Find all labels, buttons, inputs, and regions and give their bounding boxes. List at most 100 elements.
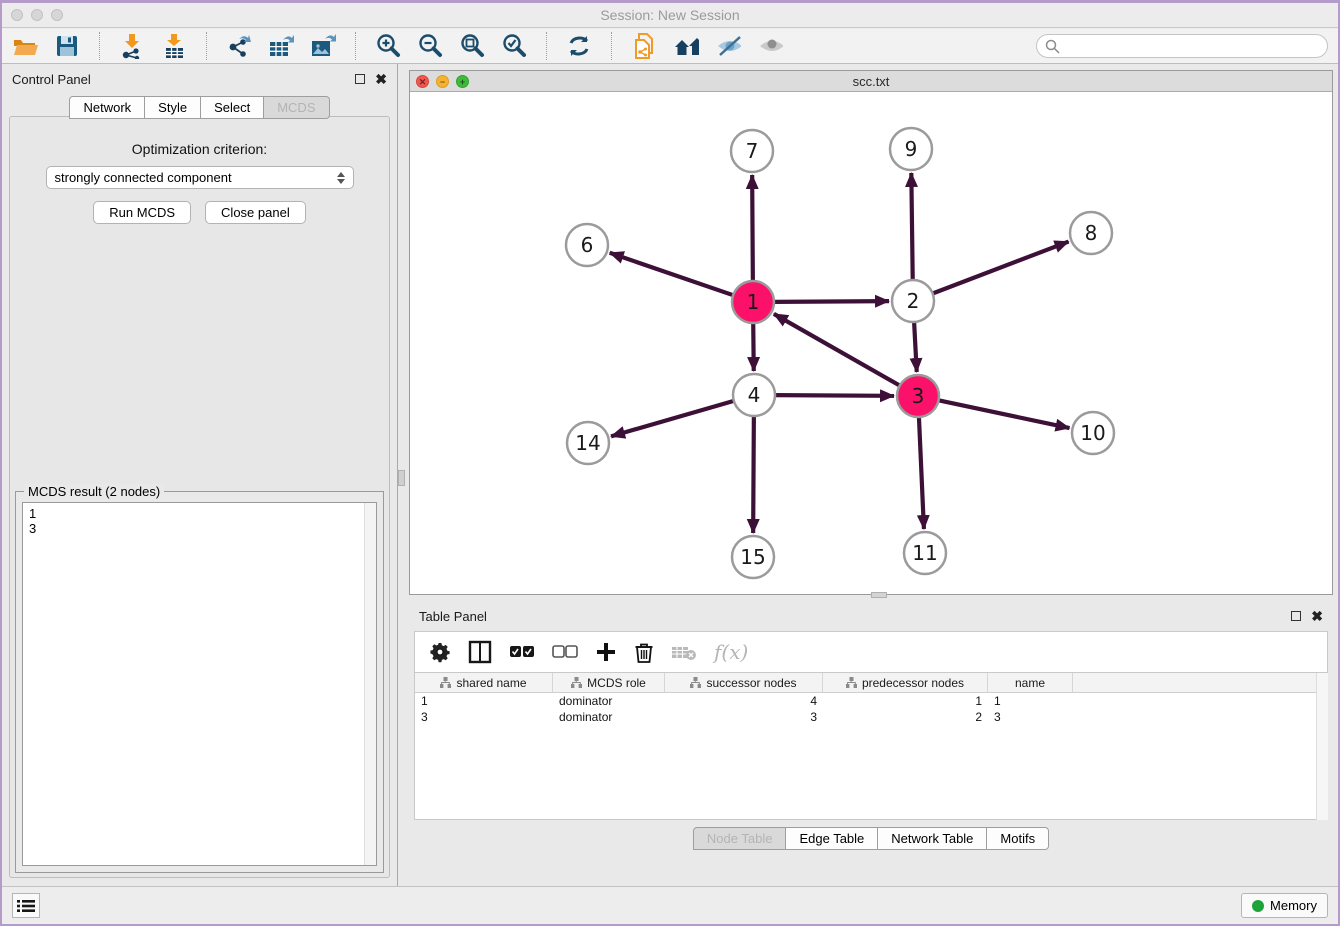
close-panel-button[interactable]: Close panel bbox=[205, 201, 306, 224]
tab-node-table[interactable]: Node Table bbox=[693, 827, 787, 850]
node-3[interactable]: 3 bbox=[897, 375, 939, 417]
edge-4-15[interactable] bbox=[753, 416, 754, 533]
edge-1-4[interactable] bbox=[753, 323, 754, 371]
column-header-successor-nodes[interactable]: successor nodes bbox=[665, 673, 823, 692]
status-bar: Memory bbox=[2, 886, 1338, 924]
hide-selected-icon[interactable] bbox=[715, 33, 741, 59]
column-header-label: MCDS role bbox=[587, 676, 646, 690]
table-cell[interactable]: 2 bbox=[823, 709, 988, 725]
zoom-in-icon[interactable] bbox=[375, 33, 401, 59]
result-scrollbar[interactable] bbox=[364, 503, 376, 865]
network-view-window: ✕ − + scc.txt 7 9 6 8 1 2 4 3 14 10 15 11 bbox=[409, 70, 1333, 595]
tab-mcds[interactable]: MCDS bbox=[264, 96, 329, 119]
table-cell[interactable]: 3 bbox=[665, 709, 823, 725]
delete-column-icon[interactable] bbox=[634, 641, 654, 664]
delete-table-icon[interactable] bbox=[671, 643, 697, 661]
memory-button[interactable]: Memory bbox=[1241, 893, 1328, 918]
tab-network-table[interactable]: Network Table bbox=[878, 827, 987, 850]
tab-network[interactable]: Network bbox=[69, 96, 145, 119]
tab-style[interactable]: Style bbox=[145, 96, 201, 119]
network-graph[interactable]: 7 9 6 8 1 2 4 3 14 10 15 11 bbox=[410, 93, 1331, 596]
export-table-icon[interactable] bbox=[268, 33, 294, 59]
table-cell[interactable]: 1 bbox=[415, 693, 553, 709]
apply-layout-icon[interactable] bbox=[566, 33, 592, 59]
column-header-name[interactable]: name bbox=[988, 673, 1073, 692]
table-cell[interactable]: 4 bbox=[665, 693, 823, 709]
panel-splitter[interactable] bbox=[398, 64, 405, 886]
table-scrollbar[interactable] bbox=[1316, 673, 1328, 820]
node-6[interactable]: 6 bbox=[566, 224, 608, 266]
horizontal-splitter-handle[interactable] bbox=[871, 592, 887, 598]
node-10[interactable]: 10 bbox=[1072, 412, 1114, 454]
column-header-predecessor-nodes[interactable]: predecessor nodes bbox=[823, 673, 988, 692]
network-canvas[interactable]: 7 9 6 8 1 2 4 3 14 10 15 11 bbox=[410, 93, 1332, 594]
new-network-file-icon[interactable] bbox=[631, 33, 657, 59]
edge-4-14[interactable] bbox=[611, 401, 734, 437]
table-cell[interactable]: 1 bbox=[823, 693, 988, 709]
run-mcds-button[interactable]: Run MCDS bbox=[93, 201, 191, 224]
node-8[interactable]: 8 bbox=[1070, 212, 1112, 254]
edge-4-3[interactable] bbox=[775, 395, 894, 396]
toolbar-separator bbox=[355, 32, 356, 60]
node-4[interactable]: 4 bbox=[733, 374, 775, 416]
table-cell[interactable]: dominator bbox=[553, 709, 665, 725]
tab-motifs[interactable]: Motifs bbox=[987, 827, 1049, 850]
export-network-icon[interactable] bbox=[226, 33, 252, 59]
edge-2-9[interactable] bbox=[911, 173, 912, 280]
optimization-criterion-dropdown[interactable]: strongly connected component bbox=[46, 166, 354, 189]
node-1[interactable]: 1 bbox=[732, 281, 774, 323]
deselect-all-icon[interactable] bbox=[552, 645, 578, 659]
table-row[interactable]: 3dominator323 bbox=[415, 709, 1327, 725]
node-15[interactable]: 15 bbox=[732, 536, 774, 578]
zoom-fit-icon[interactable] bbox=[459, 33, 485, 59]
edge-2-3[interactable] bbox=[914, 322, 917, 372]
edge-3-11[interactable] bbox=[919, 417, 924, 529]
import-network-icon[interactable] bbox=[119, 33, 145, 59]
edge-1-2[interactable] bbox=[774, 301, 889, 302]
open-folder-icon[interactable] bbox=[12, 33, 38, 59]
close-icon[interactable]: ✖ bbox=[1311, 611, 1323, 621]
close-icon[interactable]: ✖ bbox=[375, 74, 387, 84]
show-all-icon[interactable] bbox=[757, 33, 783, 59]
float-window-icon[interactable] bbox=[1291, 611, 1301, 621]
save-icon[interactable] bbox=[54, 33, 80, 59]
column-header-MCDS-role[interactable]: MCDS role bbox=[553, 673, 665, 692]
search-field[interactable] bbox=[1036, 34, 1328, 58]
node-2[interactable]: 2 bbox=[892, 280, 934, 322]
node-7[interactable]: 7 bbox=[731, 130, 773, 172]
splitter-handle[interactable] bbox=[398, 470, 405, 486]
table-row[interactable]: 1dominator411 bbox=[415, 693, 1327, 709]
network-window-titlebar: ✕ − + scc.txt bbox=[410, 71, 1332, 92]
node-14[interactable]: 14 bbox=[567, 422, 609, 464]
export-image-icon[interactable] bbox=[310, 33, 336, 59]
import-table-icon[interactable] bbox=[161, 33, 187, 59]
node-9[interactable]: 9 bbox=[890, 128, 932, 170]
add-column-icon[interactable] bbox=[595, 641, 617, 663]
first-neighbors-icon[interactable] bbox=[673, 33, 699, 59]
control-panel-header: Control Panel ✖ bbox=[2, 64, 397, 94]
zoom-selected-icon[interactable] bbox=[501, 33, 527, 59]
edge-3-1[interactable] bbox=[774, 314, 900, 386]
select-all-icon[interactable] bbox=[509, 645, 535, 659]
table-cell[interactable]: 3 bbox=[415, 709, 553, 725]
column-header-shared-name[interactable]: shared name bbox=[415, 673, 553, 692]
float-window-icon[interactable] bbox=[355, 74, 365, 84]
edge-2-8[interactable] bbox=[933, 242, 1069, 294]
node-11[interactable]: 11 bbox=[904, 532, 946, 574]
workspace-region: ✕ − + scc.txt 7968124314101511 Table Pan… bbox=[405, 64, 1338, 886]
edge-1-6[interactable] bbox=[610, 253, 733, 295]
table-cell[interactable]: dominator bbox=[553, 693, 665, 709]
table-cell[interactable]: 1 bbox=[988, 693, 1073, 709]
settings-gear-icon[interactable] bbox=[429, 641, 451, 663]
edge-1-7[interactable] bbox=[752, 175, 753, 281]
column-chooser-icon[interactable] bbox=[468, 640, 492, 664]
tab-select[interactable]: Select bbox=[201, 96, 264, 119]
edge-3-10[interactable] bbox=[939, 400, 1070, 428]
task-history-button[interactable] bbox=[12, 893, 40, 918]
search-input[interactable] bbox=[1065, 39, 1319, 53]
function-builder-icon[interactable]: f(x) bbox=[714, 640, 748, 664]
zoom-out-icon[interactable] bbox=[417, 33, 443, 59]
tab-edge-table[interactable]: Edge Table bbox=[786, 827, 878, 850]
mcds-result-list[interactable]: 1 3 bbox=[22, 502, 377, 866]
table-cell[interactable]: 3 bbox=[988, 709, 1073, 725]
